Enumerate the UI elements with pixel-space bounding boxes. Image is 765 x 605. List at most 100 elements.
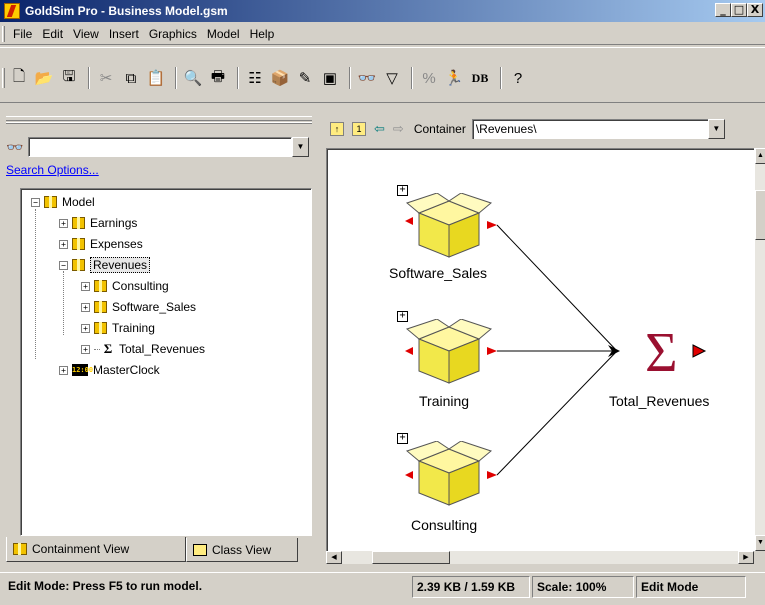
back-arrow-icon[interactable]: ⇦: [374, 121, 385, 137]
tree-node-revenues[interactable]: − Revenues: [59, 255, 151, 275]
expand-icon[interactable]: +: [59, 239, 68, 249]
status-mode: Edit Mode: [636, 576, 746, 598]
container-icon: [72, 217, 85, 229]
status-mode-hint: Edit Mode: Press F5 to run model.: [8, 579, 203, 593]
tree-node-masterclock[interactable]: + 12:00 MasterClock: [59, 360, 160, 380]
output-port-icon[interactable]: [691, 343, 707, 359]
container-icon[interactable]: 📦: [269, 67, 291, 89]
scroll-up-button[interactable]: ▲: [755, 148, 765, 164]
pane-splitter[interactable]: [6, 116, 312, 124]
expand-icon[interactable]: +: [81, 281, 90, 291]
search-dropdown-button[interactable]: ▼: [292, 137, 309, 157]
tree-node-label: Expenses: [90, 237, 143, 251]
binoculars-icon: 👓: [6, 138, 24, 155]
forward-arrow-icon[interactable]: ⇨: [393, 121, 404, 137]
tree-node-label: Model: [62, 195, 95, 209]
tree-node-label: Training: [112, 321, 155, 335]
horizontal-scroll-thumb[interactable]: [372, 551, 450, 564]
tab-containment-view[interactable]: Containment View: [6, 537, 186, 562]
container-path-field[interactable]: \Revenues\: [471, 119, 708, 139]
tree-node-training[interactable]: + Training: [81, 318, 155, 338]
run-icon[interactable]: 🏃: [443, 67, 465, 89]
graphics-icon[interactable]: ✎: [294, 67, 316, 89]
scroll-right-button[interactable]: ▶: [738, 551, 754, 564]
scroll-left-button[interactable]: ◀: [326, 551, 342, 564]
database-button[interactable]: DB: [468, 67, 492, 89]
expand-icon[interactable]: +: [81, 323, 90, 333]
container-icon: [72, 238, 85, 250]
browser-tabs: Containment View Class View: [6, 537, 312, 562]
menu-view[interactable]: View: [68, 25, 104, 43]
search-options-link[interactable]: Search Options...: [6, 163, 99, 177]
tree-node-label: Earnings: [90, 216, 138, 230]
print-preview-icon[interactable]: 🔍: [182, 67, 204, 89]
path-dropdown-button[interactable]: ▼: [707, 119, 725, 139]
status-bar: Edit Mode: Press F5 to run model. 2.39 K…: [0, 572, 765, 605]
save-icon[interactable]: 🖫: [58, 67, 80, 89]
tree-node-total-revenues[interactable]: + Σ Total_Revenues: [81, 339, 205, 359]
horizontal-scrollbar[interactable]: ◀ ▶: [326, 551, 754, 564]
tab-class-view[interactable]: Class View: [186, 538, 298, 562]
collapse-icon[interactable]: −: [59, 260, 68, 270]
find-binoculars-icon[interactable]: 👓: [356, 67, 378, 89]
tree-node-model[interactable]: − Model: [31, 192, 95, 212]
toolbar-separator: [237, 67, 239, 89]
tree-node-earnings[interactable]: + Earnings: [59, 213, 137, 233]
filter-icon[interactable]: ▽: [381, 67, 403, 89]
menu-help[interactable]: Help: [245, 25, 280, 43]
units-icon[interactable]: %: [418, 67, 440, 89]
menu-model[interactable]: Model: [202, 25, 245, 43]
up-folder-icon[interactable]: ↑: [330, 122, 344, 136]
new-file-icon[interactable]: 🗋: [8, 67, 30, 89]
consulting-container-icon[interactable]: [401, 441, 501, 513]
browser-pane: 👓 ▼ Search Options... − Model + Earnings…: [0, 104, 318, 564]
title-bar: GoldSim Pro - Business Model.gsm _ □ X: [0, 0, 765, 22]
vertical-scrollbar[interactable]: ▲ ▼: [754, 148, 765, 551]
total-revenues-label: Total_Revenues: [609, 393, 710, 409]
open-folder-icon[interactable]: 📂: [33, 67, 55, 89]
minimize-button[interactable]: _: [715, 3, 731, 17]
help-question-icon[interactable]: ?: [507, 67, 529, 89]
top-level-icon[interactable]: 1: [352, 122, 366, 136]
tree-view-icon[interactable]: ☷: [244, 67, 266, 89]
training-container-icon[interactable]: [401, 319, 501, 391]
scroll-down-button[interactable]: ▼: [755, 535, 765, 551]
print-icon[interactable]: 🖶: [207, 67, 229, 89]
expand-icon[interactable]: +: [81, 302, 90, 312]
graphics-pane: ↑ 1 ⇦ ⇨ Container \Revenues\ ▼ + Softwar…: [322, 104, 765, 564]
tree-node-software-sales[interactable]: + Software_Sales: [81, 297, 196, 317]
copy-icon[interactable]: ⧉: [120, 67, 142, 89]
browser-icon[interactable]: ▣: [319, 67, 341, 89]
paste-icon[interactable]: 📋: [145, 67, 167, 89]
model-tree[interactable]: − Model + Earnings + Expenses − Revenues…: [20, 188, 312, 536]
menu-edit[interactable]: Edit: [37, 25, 68, 43]
tree-node-consulting[interactable]: + Consulting: [81, 276, 169, 296]
search-input[interactable]: [28, 137, 292, 157]
software-sales-container-icon[interactable]: [401, 193, 501, 265]
close-button[interactable]: X: [747, 3, 763, 17]
menu-insert[interactable]: Insert: [104, 25, 144, 43]
sigma-icon: Σ: [103, 341, 113, 356]
collapse-icon[interactable]: −: [31, 197, 40, 207]
software-sales-label: Software_Sales: [389, 265, 488, 281]
toolbar-separator: [175, 67, 177, 89]
expand-icon[interactable]: +: [59, 218, 68, 228]
tree-node-expenses[interactable]: + Expenses: [59, 234, 143, 254]
cut-icon[interactable]: ✂: [95, 67, 117, 89]
container-icon: [13, 543, 27, 555]
container-icon: [94, 301, 107, 313]
status-file-size: 2.39 KB / 1.59 KB: [412, 576, 530, 598]
model-canvas[interactable]: + Software_Sales + Training + Consulting…: [326, 148, 754, 551]
restore-button[interactable]: □: [731, 3, 747, 17]
container-icon: [72, 259, 85, 271]
expand-icon[interactable]: +: [81, 344, 90, 354]
toolbar-row: 🗋 📂 🖫 ✂ ⧉ 📋 🔍 🖶 ☷ 📦 ✎ ▣ 👓 ▽ % 🏃 DB ?: [8, 65, 532, 91]
vertical-scroll-thumb[interactable]: [755, 190, 765, 240]
menu-grip: [2, 26, 5, 42]
container-icon: [44, 196, 57, 208]
expand-icon[interactable]: +: [59, 365, 68, 375]
menu-graphics[interactable]: Graphics: [144, 25, 202, 43]
menu-file[interactable]: File: [8, 25, 37, 43]
toolbar-separator: [500, 67, 502, 89]
sum-element-icon[interactable]: Σ: [645, 325, 678, 381]
